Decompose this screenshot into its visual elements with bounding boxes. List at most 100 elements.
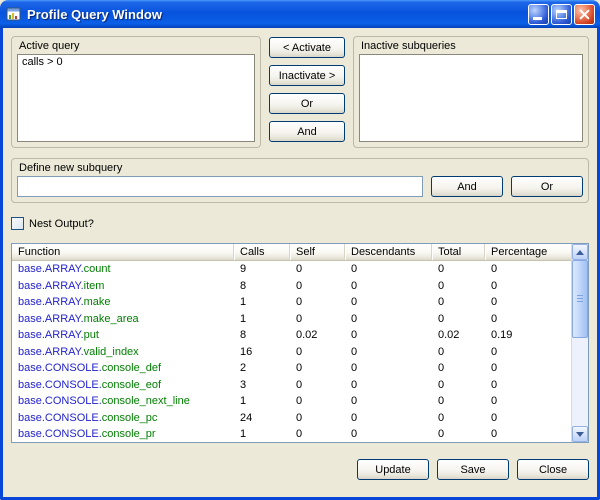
transfer-buttons: < Activate Inactivate > Or And xyxy=(269,36,345,148)
inactive-subqueries-group: Inactive subqueries xyxy=(353,36,589,148)
table-row[interactable]: base.ARRAY.make 1 0 0 0 0 xyxy=(12,294,571,311)
function-class: base.ARRAY. xyxy=(18,280,84,292)
nest-output-row: Nest Output? xyxy=(11,217,589,230)
descendants-cell: 0 xyxy=(345,261,432,278)
minimize-button[interactable] xyxy=(528,4,549,25)
column-header-descendants[interactable]: Descendants xyxy=(345,244,432,260)
arrow-down-icon xyxy=(576,432,584,437)
scrollbar-thumb[interactable] xyxy=(572,260,588,338)
function-cell: base.ARRAY.item xyxy=(12,278,234,295)
function-class: base.ARRAY. xyxy=(18,329,84,341)
descendants-cell: 0 xyxy=(345,393,432,410)
inactive-subqueries-list[interactable] xyxy=(359,54,583,142)
function-feature: console_next_line xyxy=(102,395,190,407)
table-row[interactable]: base.ARRAY.item 8 0 0 0 0 xyxy=(12,278,571,295)
function-class: base.CONSOLE. xyxy=(18,362,102,374)
column-header-self[interactable]: Self xyxy=(290,244,345,260)
function-feature: console_def xyxy=(102,362,161,374)
descendants-cell: 0 xyxy=(345,344,432,361)
titlebar[interactable]: Profile Query Window xyxy=(0,0,600,28)
calls-cell: 8 xyxy=(234,327,290,344)
total-cell: 0 xyxy=(432,410,485,427)
total-cell: 0.02 xyxy=(432,327,485,344)
total-cell: 0 xyxy=(432,426,485,441)
self-cell: 0 xyxy=(290,426,345,441)
table-row[interactable]: base.ARRAY.count 9 0 0 0 0 xyxy=(12,261,571,278)
function-feature: count xyxy=(84,263,111,275)
calls-cell: 2 xyxy=(234,360,290,377)
active-query-group: Active query calls > 0 xyxy=(11,36,261,148)
function-feature: valid_index xyxy=(84,346,139,358)
self-cell: 0 xyxy=(290,294,345,311)
app-icon[interactable] xyxy=(6,6,22,22)
function-feature: put xyxy=(84,329,99,341)
function-cell: base.ARRAY.count xyxy=(12,261,234,278)
nest-output-checkbox[interactable] xyxy=(11,217,24,230)
close-icon xyxy=(579,9,590,20)
table-row[interactable]: base.CONSOLE.console_pr 1 0 0 0 0 xyxy=(12,426,571,441)
table-scrollbar[interactable] xyxy=(571,244,588,442)
table-row[interactable]: base.CONSOLE.console_eof 3 0 0 0 0 xyxy=(12,377,571,394)
nest-output-label: Nest Output? xyxy=(29,218,94,230)
scrollbar-track[interactable] xyxy=(572,260,588,426)
minimize-icon xyxy=(533,17,542,20)
table-row[interactable]: base.ARRAY.valid_index 16 0 0 0 0 xyxy=(12,344,571,361)
column-header-total[interactable]: Total xyxy=(432,244,485,260)
maximize-button[interactable] xyxy=(551,4,572,25)
table-row[interactable]: base.CONSOLE.console_next_line 1 0 0 0 0 xyxy=(12,393,571,410)
subquery-or-button[interactable]: Or xyxy=(511,176,583,197)
self-cell: 0 xyxy=(290,261,345,278)
update-button[interactable]: Update xyxy=(357,459,429,480)
profile-query-window: Profile Query Window Active query calls … xyxy=(0,0,600,500)
self-cell: 0 xyxy=(290,360,345,377)
function-class: base.ARRAY. xyxy=(18,346,84,358)
scroll-up-button[interactable] xyxy=(572,244,588,260)
descendants-cell: 0 xyxy=(345,360,432,377)
table-row[interactable]: base.ARRAY.make_area 1 0 0 0 0 xyxy=(12,311,571,328)
self-cell: 0 xyxy=(290,377,345,394)
results-table: Function Calls Self Descendants Total Pe… xyxy=(11,243,589,443)
self-cell: 0 xyxy=(290,393,345,410)
define-subquery-label: Define new subquery xyxy=(19,162,583,174)
function-feature: make_area xyxy=(84,313,139,325)
function-class: base.ARRAY. xyxy=(18,296,84,308)
percentage-cell: 0 xyxy=(485,311,497,328)
function-cell: base.CONSOLE.console_def xyxy=(12,360,234,377)
close-button[interactable] xyxy=(574,4,595,25)
close-dialog-button[interactable]: Close xyxy=(517,459,589,480)
total-cell: 0 xyxy=(432,311,485,328)
self-cell: 0 xyxy=(290,278,345,295)
save-button[interactable]: Save xyxy=(437,459,509,480)
subquery-input[interactable] xyxy=(17,176,423,197)
active-query-label: Active query xyxy=(19,40,255,52)
function-cell: base.CONSOLE.console_pc xyxy=(12,410,234,427)
maximize-icon xyxy=(556,10,567,19)
total-cell: 0 xyxy=(432,360,485,377)
table-row[interactable]: base.CONSOLE.console_def 2 0 0 0 0 xyxy=(12,360,571,377)
transfer-or-button[interactable]: Or xyxy=(269,93,345,114)
inactivate-button[interactable]: Inactivate > xyxy=(269,65,345,86)
self-cell: 0 xyxy=(290,410,345,427)
descendants-cell: 0 xyxy=(345,410,432,427)
calls-cell: 16 xyxy=(234,344,290,361)
column-header-function[interactable]: Function xyxy=(12,244,234,260)
column-header-calls[interactable]: Calls xyxy=(234,244,290,260)
calls-cell: 9 xyxy=(234,261,290,278)
table-row[interactable]: base.ARRAY.put 8 0.02 0 0.02 0.19 xyxy=(12,327,571,344)
scroll-down-button[interactable] xyxy=(572,426,588,442)
active-query-list[interactable]: calls > 0 xyxy=(17,54,255,142)
total-cell: 0 xyxy=(432,377,485,394)
descendants-cell: 0 xyxy=(345,311,432,328)
function-class: base.CONSOLE. xyxy=(18,395,102,407)
function-class: base.CONSOLE. xyxy=(18,379,102,391)
percentage-cell: 0 xyxy=(485,393,497,410)
table-row[interactable]: base.CONSOLE.console_pc 24 0 0 0 0 xyxy=(12,410,571,427)
activate-button[interactable]: < Activate xyxy=(269,37,345,58)
column-header-percentage[interactable]: Percentage xyxy=(485,244,571,260)
transfer-and-button[interactable]: And xyxy=(269,121,345,142)
function-feature: item xyxy=(84,280,105,292)
active-query-item[interactable]: calls > 0 xyxy=(18,55,254,69)
dialog-body: Active query calls > 0 < Activate Inacti… xyxy=(0,28,600,500)
inactive-subqueries-label: Inactive subqueries xyxy=(361,40,583,52)
subquery-and-button[interactable]: And xyxy=(431,176,503,197)
